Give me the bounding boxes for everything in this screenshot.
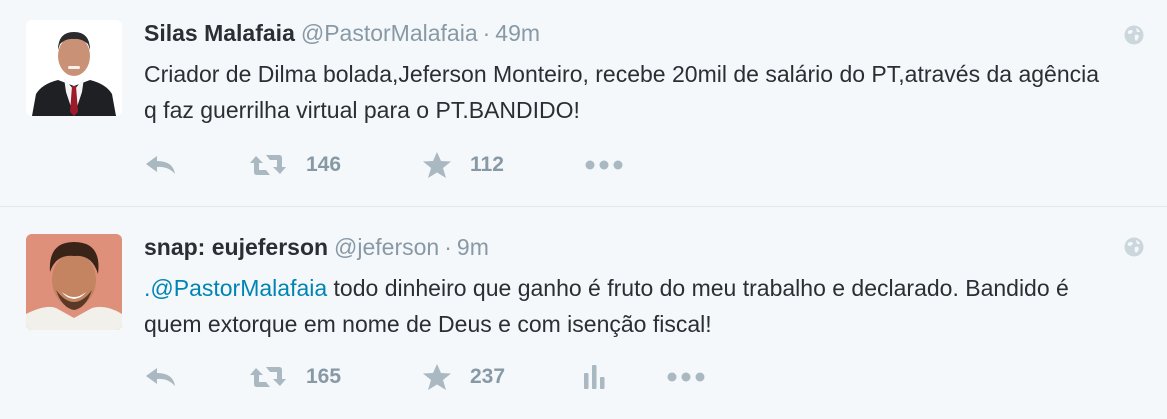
tweet-header: snap: eujeferson @jeferson · 9m	[144, 232, 489, 262]
globe-icon	[1124, 25, 1144, 45]
more-button[interactable]	[666, 362, 706, 392]
retweet-icon	[250, 367, 286, 387]
reply-button[interactable]	[144, 150, 178, 180]
avatar-image	[26, 20, 122, 116]
stats-button[interactable]	[582, 362, 606, 392]
tweet[interactable]: snap: eujeferson @jeferson · 9m .@PastorMal…	[0, 208, 1167, 419]
timestamp[interactable]: 49m	[495, 20, 540, 46]
username[interactable]: @jeferson	[334, 234, 439, 260]
separator: ·	[444, 234, 452, 260]
tweet-text: Criador de Dilma bolada,Jeferson Monteir…	[144, 61, 1100, 123]
separator: ·	[482, 20, 491, 46]
globe-icon	[1124, 237, 1144, 257]
username[interactable]: @PastorMalafaia	[301, 20, 478, 46]
tweet-feed: Silas Malafaia @PastorMalafaia · 49m Criado…	[0, 0, 1167, 419]
favorite-icon	[423, 364, 451, 390]
favorite-count: 112	[470, 153, 504, 176]
favorite-button[interactable]: 237	[422, 362, 505, 392]
favorite-icon	[423, 152, 451, 178]
more-icon	[667, 372, 705, 382]
tweet-header: Silas Malafaia @PastorMalafaia · 49m	[144, 18, 540, 48]
avatar-image	[26, 234, 122, 330]
display-name[interactable]: Silas Malafaia	[144, 20, 295, 46]
display-name[interactable]: snap: eujeferson	[144, 234, 328, 260]
reply-icon	[146, 156, 175, 174]
stats-icon	[584, 365, 605, 389]
timestamp[interactable]: 9m	[457, 234, 489, 260]
retweet-button[interactable]: 165	[248, 362, 341, 392]
mention-link[interactable]: .@PastorMalafaia	[144, 275, 327, 301]
avatar[interactable]	[26, 20, 122, 116]
reply-button[interactable]	[144, 362, 178, 392]
favorite-count: 237	[470, 365, 506, 388]
tweet-text: .@PastorMalafaia todo dinheiro que ganho…	[144, 270, 1104, 342]
avatar[interactable]	[26, 234, 122, 330]
tweet[interactable]: Silas Malafaia @PastorMalafaia · 49m Criado…	[0, 0, 1167, 207]
favorite-button[interactable]: 112	[422, 150, 504, 180]
retweet-count: 165	[306, 365, 342, 388]
retweet-count: 146	[306, 153, 342, 176]
more-button[interactable]	[584, 150, 624, 180]
more-icon	[585, 160, 623, 170]
retweet-button[interactable]: 146	[248, 150, 341, 180]
tweet-actions: 146 112	[144, 150, 844, 180]
reply-icon	[146, 368, 175, 386]
retweet-icon	[250, 155, 286, 175]
tweet-actions: 165 237	[144, 362, 844, 392]
